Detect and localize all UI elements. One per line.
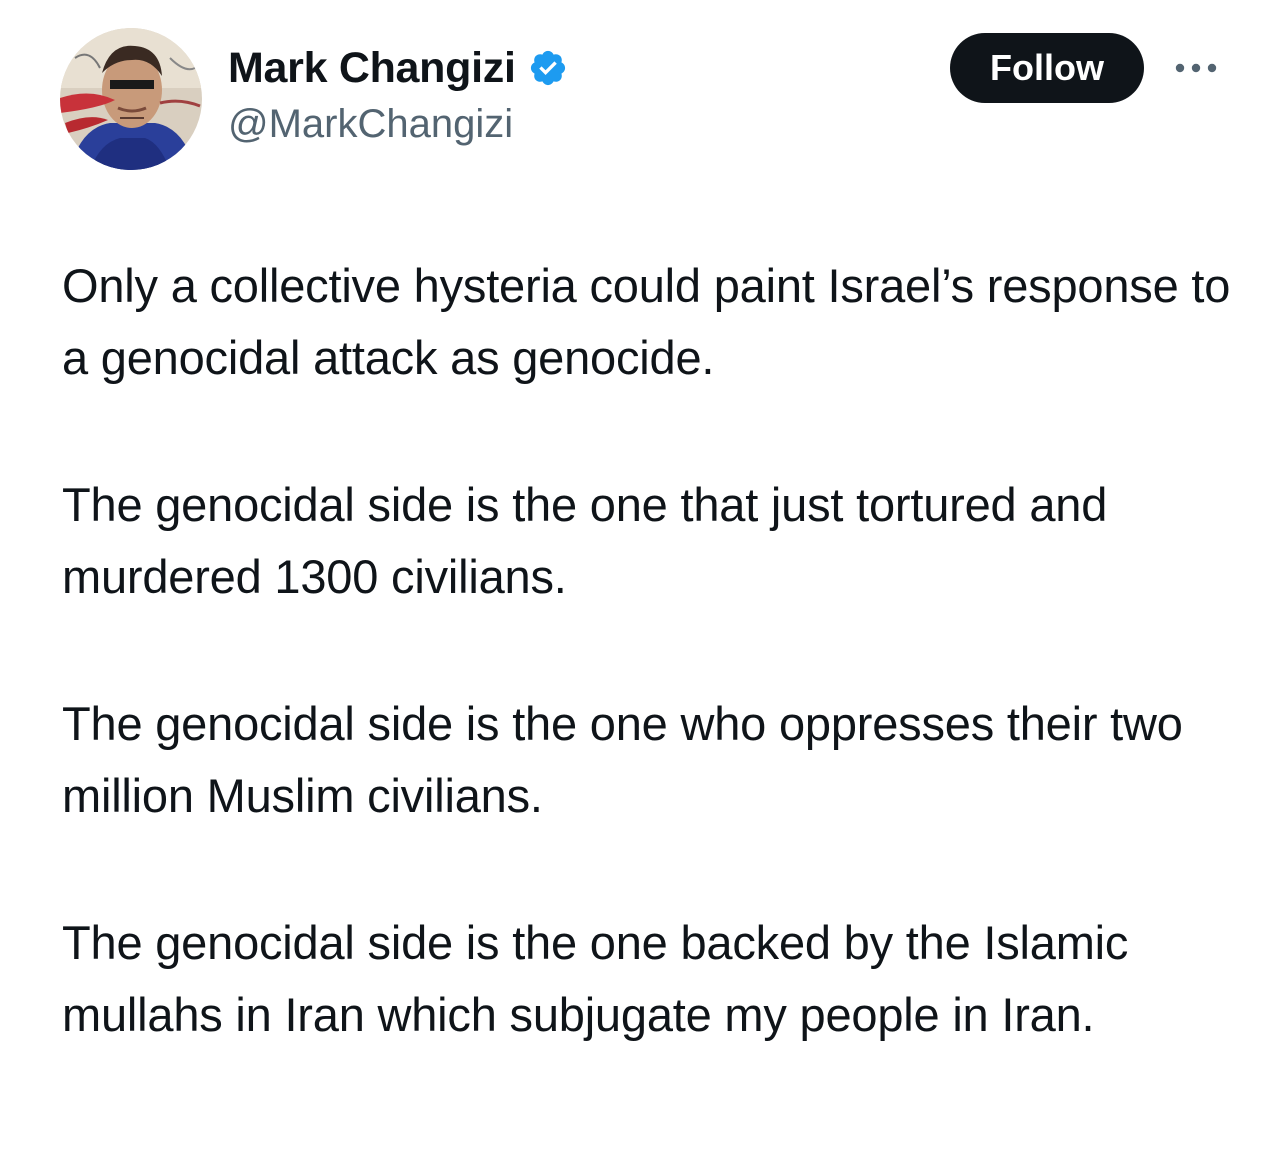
- tweet-text: Only a collective hysteria could paint I…: [62, 250, 1252, 1051]
- tweet-paragraph: Only a collective hysteria could paint I…: [62, 259, 1231, 384]
- tweet-paragraph: The genocidal side is the one who oppres…: [62, 697, 1183, 822]
- author-display-name[interactable]: Mark Changizi: [228, 44, 516, 93]
- author-handle[interactable]: @MarkChangizi: [228, 102, 513, 147]
- author-name-row: Mark Changizi: [228, 40, 568, 96]
- verified-badge-icon: [528, 48, 568, 88]
- tweet-paragraph: The genocidal side is the one that just …: [62, 478, 1108, 603]
- more-options-button[interactable]: [1170, 50, 1222, 86]
- more-horizontal-icon: [1175, 63, 1217, 73]
- avatar[interactable]: [60, 28, 202, 170]
- tweet-card: Mark Changizi @MarkChangizi Follow Only …: [0, 0, 1284, 1149]
- tweet-paragraph: The genocidal side is the one backed by …: [62, 916, 1129, 1041]
- follow-button[interactable]: Follow: [950, 33, 1144, 103]
- avatar-image: [60, 28, 202, 170]
